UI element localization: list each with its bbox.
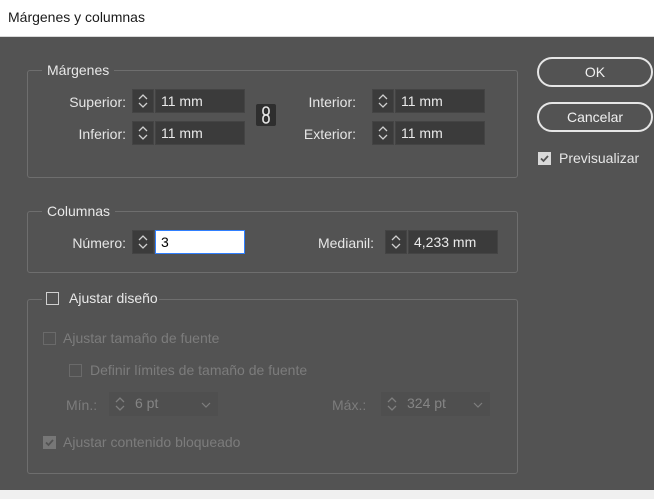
bottom-edge [0, 490, 654, 499]
columns-legend: Columnas [42, 203, 116, 219]
font-size-label: Ajustar tamaño de fuente [63, 330, 220, 346]
stepper-arrows-icon [387, 397, 397, 411]
margins-legend: Márgenes [42, 62, 115, 78]
superior-label: Superior: [69, 94, 126, 110]
locked-content-label: Ajustar contenido bloqueado [63, 434, 241, 450]
preview-checkbox[interactable] [538, 152, 551, 165]
stepper-arrows-icon [138, 235, 148, 249]
preview-label[interactable]: Previsualizar [559, 150, 639, 166]
max-stepper[interactable] [381, 392, 403, 416]
interior-label: Interior: [308, 94, 356, 110]
adjust-layout-checkbox[interactable] [46, 292, 59, 305]
max-label: Máx.: [332, 397, 367, 413]
exterior-label: Exterior: [303, 126, 356, 142]
stepper-arrows-icon [378, 126, 388, 140]
adjust-layout-legend: Ajustar diseño [42, 290, 159, 308]
link-margins-button[interactable] [256, 104, 276, 126]
medianil-label: Medianil: [317, 235, 374, 251]
font-limits-checkbox[interactable] [69, 364, 82, 377]
ok-button[interactable]: OK [537, 57, 653, 87]
font-limits-label: Definir límites de tamaño de fuente [90, 362, 308, 378]
window-title: Márgenes y columnas [8, 9, 145, 25]
checkmark-icon [45, 439, 54, 447]
min-label: Mín.: [66, 397, 98, 413]
inferior-stepper[interactable] [132, 121, 154, 145]
interior-stepper[interactable] [372, 89, 394, 113]
max-select[interactable]: 324 pt [403, 392, 490, 416]
numero-label: Número: [72, 235, 126, 251]
stepper-arrows-icon [138, 94, 148, 108]
interior-field[interactable]: 11 mm [395, 89, 485, 113]
chevron-down-icon [201, 402, 211, 408]
stepper-arrows-icon [391, 235, 401, 249]
link-chain-icon [262, 106, 270, 124]
superior-field[interactable]: 11 mm [155, 89, 245, 113]
superior-stepper[interactable] [132, 89, 154, 113]
adjust-layout-label[interactable]: Ajustar diseño [69, 290, 176, 306]
font-size-checkbox[interactable] [43, 332, 56, 345]
medianil-stepper[interactable] [385, 230, 407, 254]
inferior-label: Inferior: [78, 126, 126, 142]
checkmark-icon [540, 155, 549, 163]
stepper-arrows-icon [115, 397, 125, 411]
locked-content-checkbox[interactable] [43, 436, 56, 449]
stepper-arrows-icon [378, 94, 388, 108]
min-value: 6 pt [135, 395, 159, 411]
stepper-arrows-icon [138, 126, 148, 140]
medianil-field[interactable]: 4,233 mm [408, 230, 498, 254]
cancel-button[interactable]: Cancelar [537, 102, 653, 132]
min-select[interactable]: 6 pt [131, 392, 218, 416]
numero-field[interactable]: 3 [155, 230, 245, 254]
chevron-down-icon [473, 402, 483, 408]
max-value: 324 pt [407, 395, 446, 411]
title-bar: Márgenes y columnas [0, 0, 654, 37]
numero-stepper[interactable] [132, 230, 154, 254]
inferior-field[interactable]: 11 mm [155, 121, 245, 145]
min-stepper[interactable] [109, 392, 131, 416]
exterior-field[interactable]: 11 mm [395, 121, 485, 145]
exterior-stepper[interactable] [372, 121, 394, 145]
